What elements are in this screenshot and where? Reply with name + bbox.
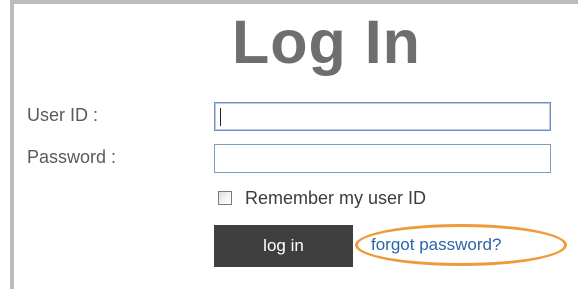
password-label: Password : (27, 147, 117, 167)
page-title: Log In (232, 8, 421, 76)
remember-label: Remember my user ID (245, 188, 427, 208)
user-id-label: User ID : (27, 105, 99, 125)
forgot-password-link[interactable]: forgot password? (371, 234, 501, 256)
text-cursor (220, 108, 221, 126)
login-button[interactable]: log in (214, 225, 353, 267)
user-id-input[interactable] (214, 102, 551, 131)
remember-checkbox[interactable] (218, 191, 232, 205)
password-input[interactable] (214, 144, 551, 173)
remember-user-id-option[interactable]: Remember my user ID (218, 186, 426, 210)
frame-left-border (10, 0, 14, 289)
